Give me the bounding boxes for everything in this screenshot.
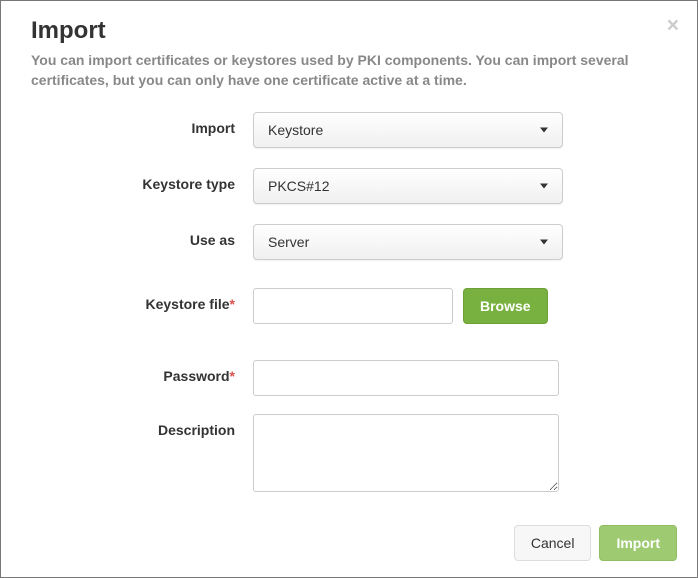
password-input[interactable]	[253, 360, 559, 396]
row-use-as: Use as Server	[31, 224, 667, 260]
use-as-select[interactable]: Server	[253, 224, 563, 260]
use-as-select-value: Server	[268, 234, 309, 250]
label-use-as: Use as	[31, 224, 253, 248]
row-keystore-file: Keystore file* Browse	[31, 288, 667, 324]
label-password: Password*	[31, 360, 253, 384]
required-mark: *	[230, 296, 235, 312]
label-keystore-file: Keystore file*	[31, 288, 253, 312]
label-keystore-type: Keystore type	[31, 168, 253, 192]
label-keystore-file-text: Keystore file	[146, 296, 230, 312]
close-icon[interactable]: ×	[667, 15, 679, 36]
keystore-type-select-value: PKCS#12	[268, 178, 329, 194]
label-password-text: Password	[163, 368, 229, 384]
import-dialog: × Import You can import certificates or …	[0, 0, 698, 578]
caret-down-icon	[540, 184, 548, 189]
caret-down-icon	[540, 240, 548, 245]
import-select[interactable]: Keystore	[253, 112, 563, 148]
dialog-title: Import	[31, 17, 667, 45]
keystore-type-select[interactable]: PKCS#12	[253, 168, 563, 204]
dialog-footer: Cancel Import	[514, 525, 677, 561]
import-select-value: Keystore	[268, 122, 323, 138]
caret-down-icon	[540, 128, 548, 133]
dialog-subtitle: You can import certificates or keystores…	[31, 51, 651, 90]
row-keystore-type: Keystore type PKCS#12	[31, 168, 667, 204]
row-password: Password*	[31, 360, 667, 396]
browse-button[interactable]: Browse	[463, 288, 548, 324]
row-import: Import Keystore	[31, 112, 667, 148]
keystore-file-input[interactable]	[253, 288, 453, 324]
cancel-button[interactable]: Cancel	[514, 525, 592, 561]
required-mark: *	[230, 368, 235, 384]
label-import: Import	[31, 112, 253, 136]
label-description: Description	[31, 414, 253, 438]
description-textarea[interactable]	[253, 414, 559, 492]
import-button[interactable]: Import	[599, 525, 677, 561]
row-description: Description	[31, 414, 667, 492]
